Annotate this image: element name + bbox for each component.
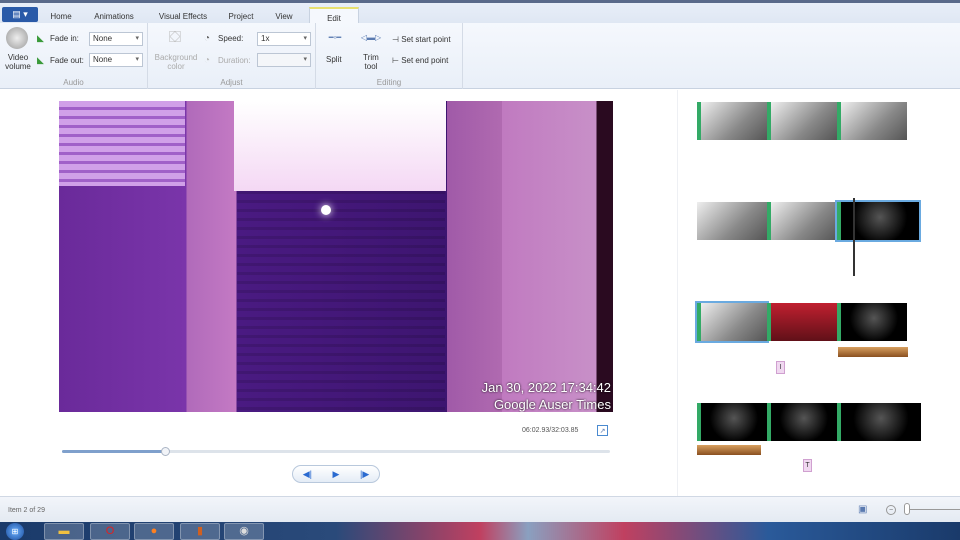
firefox-icon[interactable]: ● (134, 523, 174, 540)
split-icon: ━▫━ (328, 33, 342, 42)
set-end-point-button[interactable]: ⊢ Set end point (392, 56, 448, 65)
seek-thumb[interactable] (161, 447, 171, 456)
play-button[interactable]: ▶ (322, 466, 351, 482)
adjust-group: ⛋ Background color ◔ Speed: 1x ◔ Duratio… (148, 23, 316, 89)
zoom-out-icon[interactable]: − (886, 505, 896, 515)
fullscreen-icon[interactable]: ↗ (597, 425, 608, 436)
video-volume-button[interactable]: Video volume (2, 53, 34, 71)
status-bar: Item 2 of 29 ▣ − (0, 496, 960, 522)
fade-out-icon: ◣ (37, 55, 44, 65)
timestamp-overlay: Jan 30, 2022 17:34:42 (481, 380, 611, 395)
caption-item[interactable]: T (803, 459, 812, 472)
duration-icon: ◔ (204, 55, 211, 66)
seek-bar[interactable] (62, 447, 610, 456)
duration-select[interactable] (257, 53, 311, 67)
light-point (321, 205, 331, 215)
fade-in-label: Fade in: (50, 34, 79, 43)
fade-out-label: Fade out: (50, 56, 84, 65)
seek-progress (62, 450, 167, 453)
editing-group-label: Editing (376, 78, 402, 87)
playhead[interactable] (853, 198, 855, 276)
ribbon-tabs: ▤ ▾ Home Animations Visual Effects Proje… (0, 0, 960, 26)
speed-icon: ◔ (204, 33, 211, 44)
audio-group: Video volume ◣ Fade in: None ◣ Fade out:… (0, 23, 148, 89)
ribbon: Video volume ◣ Fade in: None ◣ Fade out:… (0, 23, 960, 89)
fade-in-icon: ◣ (37, 33, 44, 43)
next-frame-button[interactable]: |▶ (350, 466, 379, 482)
explorer-icon[interactable]: ▬ (44, 523, 84, 540)
fade-in-select[interactable]: None (89, 32, 143, 46)
start-button[interactable]: ⊞ (6, 523, 24, 540)
movie-maker-icon[interactable]: ◉ (224, 523, 264, 540)
app-icon[interactable]: ▮ (180, 523, 220, 540)
audio-track[interactable] (838, 347, 908, 357)
speed-select[interactable]: 1x (257, 32, 311, 46)
speaker-icon[interactable] (6, 27, 28, 49)
trim-icon: ◁▬▷ (360, 33, 382, 42)
set-start-point-button[interactable]: ⊣ Set start point (392, 35, 451, 44)
duration-label: Duration: (218, 56, 251, 65)
speed-label: Speed: (218, 34, 244, 43)
video-preview[interactable]: Jan 30, 2022 17:34:42 Google Auser Times (59, 101, 613, 412)
window-blind-left (59, 101, 185, 186)
paint-bucket-icon: ⛋ (168, 29, 182, 46)
previous-frame-button[interactable]: ◀| (293, 466, 322, 482)
main-area: Jan 30, 2022 17:34:42 Google Auser Times… (0, 90, 960, 496)
set-end-label: Set end point (401, 56, 449, 65)
watermark-overlay: Google Auser Times (493, 397, 611, 412)
zoom-slider[interactable] (910, 509, 960, 510)
file-menu-button[interactable]: ▤ ▾ (2, 7, 38, 22)
caption-item[interactable]: I (776, 361, 785, 374)
taskbar: ⊞ ▬ O ● ▮ ◉ (0, 522, 960, 540)
storyboard-clip[interactable] (697, 102, 907, 140)
editing-group: ━▫━ Split ◁▬▷ Trim tool ⊣ Set start poin… (316, 23, 463, 89)
window-light (234, 101, 446, 191)
time-readout: 06:02.93/32:03.85 (522, 427, 579, 434)
fade-out-select[interactable]: None (89, 53, 143, 67)
adjust-group-label: Adjust (220, 78, 243, 87)
split-button[interactable]: Split (326, 55, 342, 64)
opera-icon[interactable]: O (90, 523, 130, 540)
background-color-button[interactable]: Background color (150, 53, 202, 71)
playback-controls: ◀| ▶ |▶ (292, 465, 380, 483)
thumbnail-size-icon[interactable]: ▣ (858, 504, 867, 515)
storyboard-clip[interactable] (697, 200, 921, 242)
pane-divider[interactable] (677, 90, 678, 496)
storyboard-clip[interactable] (697, 403, 921, 441)
audio-track[interactable] (697, 445, 761, 455)
storyboard-clip[interactable] (695, 301, 907, 343)
item-count: Item 2 of 29 (8, 507, 45, 514)
set-start-label: Set start point (401, 35, 451, 44)
trim-tool-button[interactable]: Trim tool (362, 53, 380, 71)
window-blind-center (237, 191, 445, 412)
audio-group-label: Audio (63, 78, 84, 87)
